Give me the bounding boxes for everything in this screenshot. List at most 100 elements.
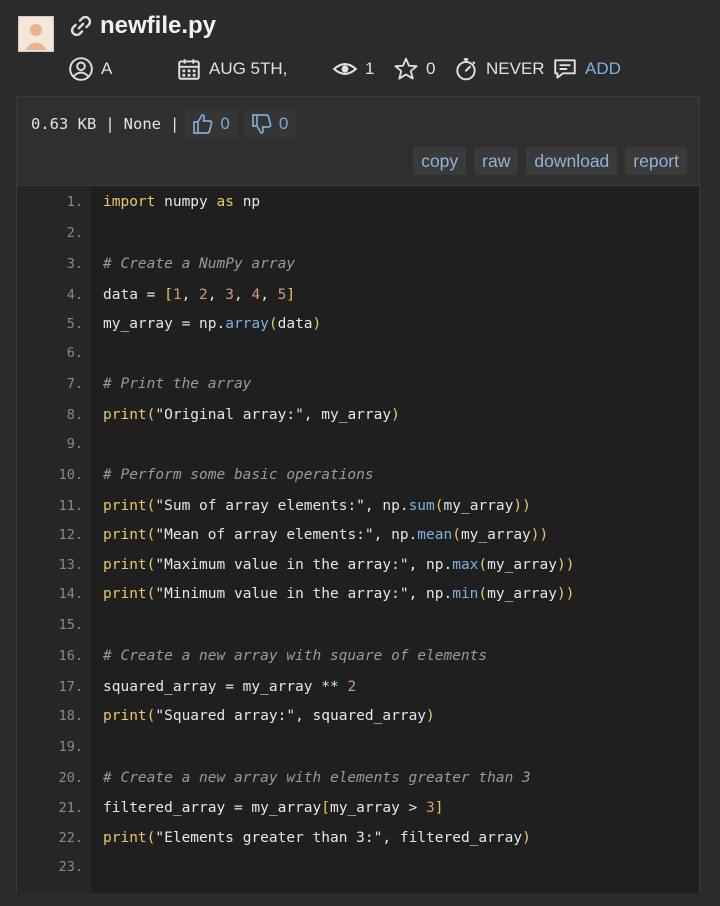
code-token: , my_array: [303, 407, 392, 423]
file-size: 0.63 KB: [31, 115, 97, 133]
line-source: filtered_array = my_array[my_array > 3]: [103, 797, 443, 819]
code-token: 3: [426, 800, 435, 816]
thumbs-down-icon: [251, 114, 272, 134]
line-source: # Print the array: [103, 373, 251, 395]
code-line: 22. print("Elements greater than 3:", fil…: [17, 827, 699, 849]
code-token: my_array >: [329, 800, 427, 816]
code-token: my_array: [487, 586, 557, 602]
line-number: 7.: [66, 376, 83, 392]
code-token: print: [103, 708, 147, 724]
code-token: , np.: [373, 527, 418, 543]
code-token: "Minimum value in the array:": [155, 586, 409, 602]
report-button[interactable]: report: [625, 147, 687, 175]
timer-icon: [456, 58, 476, 81]
comment-icon: [554, 59, 576, 79]
copy-button[interactable]: copy: [413, 147, 467, 175]
code-line: 1. import numpy as np: [17, 191, 699, 213]
stars-meta[interactable]: 0: [393, 54, 435, 84]
like-button[interactable]: 0: [185, 109, 238, 139]
star-count: 0: [426, 59, 436, 78]
code-line: 11. print ("Sum of array elements:", np.su…: [17, 495, 699, 517]
code-token: # Create a new array with elements great…: [103, 770, 531, 786]
line-number: 11.: [58, 498, 83, 514]
code-token: (: [452, 527, 461, 543]
code-token: sum: [408, 498, 435, 514]
eye-icon: [332, 63, 358, 75]
page-title: newfile.py: [100, 12, 217, 39]
code-line: 10. # Perform some basic operations: [17, 464, 699, 486]
line-number: 21.: [58, 800, 83, 816]
code-token: import: [103, 194, 156, 210]
code-token: , np.: [408, 557, 453, 573]
line-source: data = [1, 2, 3, 4, 5]: [103, 284, 295, 306]
line-source: # Create a NumPy array: [103, 253, 295, 275]
avatar[interactable]: [18, 16, 54, 52]
line-source: import numpy as np: [103, 191, 260, 213]
code-token: 3: [225, 287, 234, 303]
code-token: (: [478, 586, 488, 602]
line-source: print ("Minimum value in the array:", np.…: [103, 583, 574, 605]
code-token: )): [530, 527, 549, 543]
code-token: as: [216, 194, 234, 210]
raw-button[interactable]: raw: [474, 147, 519, 175]
line-source: print("Original array:", my_array): [103, 404, 400, 426]
code-line: 9.: [17, 433, 699, 455]
code-token: max: [452, 557, 479, 573]
code-token: ): [426, 708, 435, 724]
line-source: my_array = np.array(data): [103, 313, 321, 335]
add-comment-link[interactable]: ADD: [552, 54, 621, 84]
paste-panel: 0.63 KB | None | 0 0 copy raw download r…: [16, 96, 700, 893]
code-token: data: [277, 316, 313, 332]
code-token: ): [522, 830, 531, 846]
code-token: min: [452, 586, 479, 602]
dislike-button[interactable]: 0: [243, 109, 297, 139]
code-token: ,: [207, 287, 226, 303]
code-token: ,: [260, 287, 278, 303]
line-source: print ("Maximum value in the array:", np.…: [103, 554, 574, 576]
code-token: ]: [434, 800, 444, 816]
code-line: 7. # Print the array: [17, 373, 699, 395]
line-number: 6.: [66, 345, 83, 361]
code-token: 4: [251, 287, 261, 303]
paste-header: newfile.py A AUG 5TH, 1 0 NEVER ADD: [0, 0, 720, 98]
line-number: 13.: [58, 557, 83, 573]
code-line: 3. # Create a NumPy array: [17, 253, 699, 275]
add-comment-label: ADD: [585, 59, 621, 78]
line-number: 10.: [58, 467, 83, 483]
author-meta[interactable]: A: [68, 54, 112, 84]
line-source: print("Elements greater than 3:", filter…: [103, 827, 531, 849]
link-icon: [70, 15, 92, 37]
code-token: (: [478, 557, 488, 573]
code-line: 16. # Create a new array with square of e…: [17, 645, 699, 667]
download-button[interactable]: download: [526, 147, 618, 175]
thumbs-up-icon: [193, 114, 213, 134]
line-source: squared_array = my_array ** 2: [103, 676, 356, 698]
code-token: , squared_array: [295, 708, 427, 724]
code-token: print: [103, 830, 147, 846]
code-line: 21. filtered_array = my_array[my_array > …: [17, 797, 699, 819]
code-token: 2: [199, 287, 208, 303]
code-token: , np.: [364, 498, 409, 514]
avatar-image: [19, 17, 53, 51]
code-line: 2.: [17, 222, 699, 244]
code-token: squared_array = my_array **: [103, 679, 348, 695]
code-token: 2: [347, 679, 357, 695]
line-number: 17.: [58, 679, 83, 695]
calendar-icon: [178, 59, 200, 80]
code-token: 1: [172, 287, 182, 303]
code-line: 19.: [17, 736, 699, 758]
code-token: [: [321, 800, 330, 816]
line-source: print ("Mean of array elements:", np.mean…: [103, 524, 548, 546]
code-token: mean: [417, 527, 453, 543]
code-view[interactable]: 1. import numpy as np 2. 3. # Create a NumPy…: [17, 185, 699, 893]
code-token: ,: [233, 287, 252, 303]
line-number: 12.: [58, 527, 83, 543]
code-token: (: [268, 316, 278, 332]
code-token: my_array: [487, 557, 557, 573]
line-number: 23.: [58, 859, 83, 875]
code-token: "Original array:": [155, 407, 304, 423]
author-name: A: [101, 59, 113, 78]
code-line: 15.: [17, 614, 699, 636]
code-line: 12. print("Mean of array elements:", np.m…: [17, 524, 699, 546]
line-number: 16.: [58, 648, 83, 664]
